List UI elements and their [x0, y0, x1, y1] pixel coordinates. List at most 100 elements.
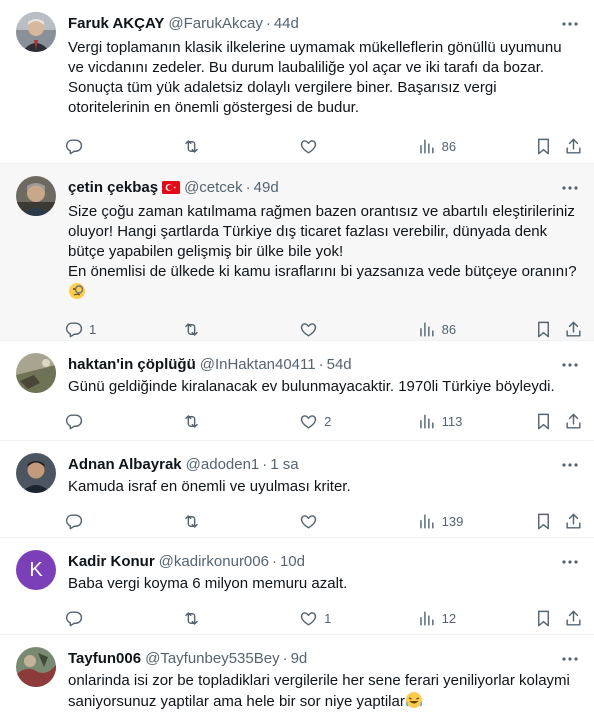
timestamp[interactable]: 10d — [280, 553, 305, 570]
timestamp[interactable]: 54d — [327, 356, 352, 373]
author-name[interactable]: haktan'in çöplüğü — [68, 356, 196, 373]
tweet[interactable]: haktan'in çöplüğü @InHaktan40411 · 54d G… — [0, 341, 594, 441]
author-name[interactable]: Kadir Konur — [68, 553, 155, 570]
views-button[interactable]: 12 — [417, 609, 535, 628]
like-button[interactable]: 2 — [299, 412, 417, 431]
tweet-text: Size çoğu zaman katılmama rağmen bazen o… — [68, 202, 578, 303]
reply-button[interactable] — [64, 412, 182, 431]
author-handle[interactable]: @Tayfunbey535Bey — [145, 650, 279, 667]
bookmark-button[interactable] — [534, 512, 564, 531]
views-button[interactable]: 113 — [417, 412, 535, 431]
bookmark-button[interactable] — [534, 412, 564, 431]
repost-button[interactable] — [182, 137, 300, 156]
tweet[interactable]: K Kadir Konur @kadirkonur006 · 10d Baba … — [0, 538, 594, 635]
like-icon — [299, 512, 318, 531]
author-name[interactable]: Faruk AKÇAY — [68, 15, 164, 32]
reply-icon — [64, 609, 83, 628]
views-button[interactable]: 139 — [417, 512, 535, 531]
bookmark-button[interactable] — [534, 137, 564, 156]
share-button[interactable] — [564, 412, 584, 431]
reply-icon — [64, 320, 83, 339]
bookmark-icon — [534, 320, 553, 339]
views-icon — [417, 609, 436, 628]
repost-button[interactable] — [182, 609, 300, 628]
avatar[interactable] — [16, 12, 56, 52]
bookmark-button[interactable] — [534, 320, 564, 339]
more-button[interactable] — [560, 178, 580, 198]
share-button[interactable] — [564, 320, 584, 339]
like-button[interactable] — [299, 512, 417, 531]
author-name[interactable]: Adnan Albayrak — [68, 456, 182, 473]
author-name[interactable]: çetin çekbaş — [68, 179, 158, 196]
like-button[interactable] — [299, 137, 417, 156]
share-icon — [564, 412, 583, 431]
like-icon — [299, 609, 318, 628]
avatar[interactable]: K — [16, 550, 56, 590]
more-icon — [562, 363, 578, 367]
reply-button[interactable] — [64, 512, 182, 531]
reply-button[interactable] — [64, 137, 182, 156]
timestamp[interactable]: 1 sa — [270, 456, 298, 473]
author-handle[interactable]: @cetcek — [184, 179, 243, 196]
repost-button[interactable] — [182, 512, 300, 531]
reply-icon — [64, 137, 83, 156]
author-handle[interactable]: @kadirkonur006 — [159, 553, 269, 570]
separator-dot: · — [271, 552, 277, 570]
share-icon — [564, 320, 583, 339]
author-handle[interactable]: @InHaktan40411 — [200, 356, 316, 373]
like-icon — [299, 320, 318, 339]
avatar[interactable] — [16, 176, 56, 216]
timestamp[interactable]: 9d — [291, 650, 308, 667]
avatar[interactable] — [16, 453, 56, 493]
tweet-text-body: Size çoğu zaman katılmama rağmen bazen o… — [68, 203, 577, 280]
bookmark-button[interactable] — [534, 609, 564, 628]
tweet-text: Vergi toplamanın klasik ilkelerine uymam… — [68, 39, 562, 116]
share-icon — [564, 512, 583, 531]
bookmark-icon — [534, 412, 553, 431]
tweet-text: Günü geldiğinde kiralanacak ev bulunmaya… — [68, 378, 555, 395]
more-icon — [562, 560, 578, 564]
author-handle[interactable]: @adoden1 — [186, 456, 260, 473]
more-button[interactable] — [560, 455, 580, 475]
more-button[interactable] — [560, 14, 580, 34]
share-button[interactable] — [564, 137, 584, 156]
repost-icon — [182, 137, 201, 156]
more-button[interactable] — [560, 355, 580, 375]
more-button[interactable] — [560, 552, 580, 572]
bookmark-icon — [534, 512, 553, 531]
turkey-flag-icon — [162, 180, 181, 194]
author-handle[interactable]: @FarukAkcay — [168, 15, 262, 32]
views-icon — [417, 512, 436, 531]
author-name[interactable]: Tayfun006 — [68, 650, 141, 667]
share-icon — [564, 609, 583, 628]
avatar[interactable] — [16, 647, 56, 687]
like-button[interactable] — [299, 320, 417, 339]
share-button[interactable] — [564, 512, 584, 531]
timestamp[interactable]: 44d — [274, 15, 299, 32]
repost-icon — [182, 512, 201, 531]
more-icon — [562, 657, 578, 661]
reply-button[interactable] — [64, 609, 182, 628]
tweet[interactable]: Tayfun006 @Tayfunbey535Bey · 9d onlarind… — [0, 635, 594, 714]
more-button[interactable] — [560, 649, 580, 669]
reply-icon — [64, 512, 83, 531]
reply-button[interactable]: 1 — [64, 320, 182, 339]
avatar[interactable] — [16, 353, 56, 393]
like-icon — [299, 412, 318, 431]
tweet[interactable]: Faruk AKÇAY @FarukAkcay · 44d Vergi topl… — [0, 0, 594, 164]
tweet[interactable]: Adnan Albayrak @adoden1 · 1 sa Kamuda is… — [0, 441, 594, 538]
like-button[interactable]: 1 — [299, 609, 417, 628]
tweet-text: Kamuda israf en önemli ve uyulması krite… — [68, 478, 351, 495]
separator-dot: · — [262, 455, 268, 473]
share-button[interactable] — [564, 609, 584, 628]
views-icon — [417, 412, 436, 431]
repost-icon — [182, 412, 201, 431]
repost-icon — [182, 320, 201, 339]
tweet[interactable]: çetin çekbaş @cetcek · 49d Size çoğu zam… — [0, 164, 594, 341]
views-button[interactable]: 86 — [417, 320, 535, 339]
views-button[interactable]: 86 — [417, 137, 535, 156]
repost-button[interactable] — [182, 320, 300, 339]
timestamp[interactable]: 49d — [254, 179, 279, 196]
more-icon — [562, 186, 578, 190]
repost-button[interactable] — [182, 412, 300, 431]
